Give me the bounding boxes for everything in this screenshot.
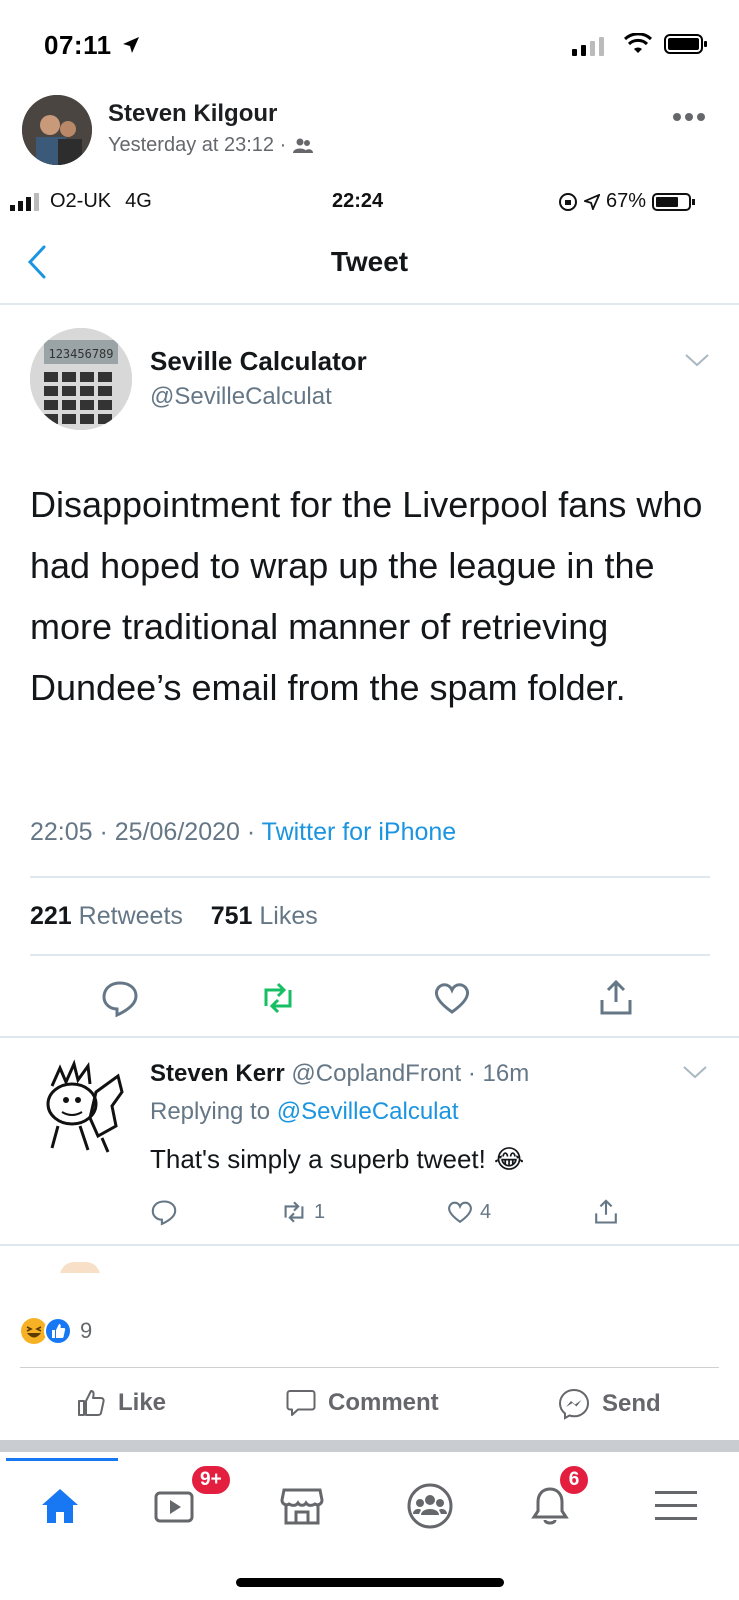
post-timestamp[interactable]: Yesterday at 23:12 · [108,134,286,157]
image-carrier: O2-UK [50,190,112,212]
comment-button-label: Comment [328,1389,439,1416]
reply-text: That's simply a superb tweet! 😂 [150,1144,524,1175]
home-icon [42,1489,78,1523]
like-count[interactable]: 751 [211,902,253,930]
tweet-text: Disappointment for the Liverpool fans wh… [30,484,703,708]
battery-icon [664,34,707,54]
nav-home[interactable] [30,1478,90,1534]
replying-to-link[interactable]: @SevilleCalculat [277,1098,459,1125]
divider [0,1036,739,1038]
tweet-time: 22:05 · 25/06/2020 · [30,818,256,846]
image-time: 22:24 [332,190,384,212]
groups-icon [407,1483,453,1529]
signal-bars-icon [10,192,39,211]
reply-text-body: That's simply a superb tweet! [150,1144,486,1174]
watch-badge: 9+ [190,1464,232,1496]
reply-icon[interactable] [150,1198,178,1226]
friends-icon [293,138,314,153]
author-name[interactable]: Steven Kilgour [108,100,277,128]
post-image[interactable]: O2-UK 4G 22:24 67% Tweet 123456789 Sevil… [0,178,739,1273]
thumbs-up-icon [78,1390,105,1416]
nav-marketplace[interactable] [272,1478,332,1534]
reply-header: Steven Kerr @CoplandFront · 16m [150,1060,529,1088]
divider [0,303,739,305]
image-battery-percent: 67% [606,190,647,212]
comment-icon [286,1390,316,1416]
reactions-summary[interactable]: 9 [20,1317,92,1345]
tweet-meta: 22:05 · 25/06/2020 · Twitter for iPhone [30,818,456,847]
image-network: 4G [125,190,152,212]
tweet-avatar[interactable]: 123456789 [30,328,132,430]
tweet-author-handle[interactable]: @SevilleCalculat [150,383,332,411]
watch-video-icon [154,1491,194,1523]
send-button-label: Send [602,1390,661,1417]
calculator-display-text: 123456789 [48,347,113,361]
tweet-source-link[interactable]: Twitter for iPhone [262,818,457,846]
like-button[interactable]: Like [76,1388,166,1418]
reply-like-count: 4 [480,1200,492,1223]
like-button-label: Like [118,1389,167,1416]
reaction-count: 9 [80,1318,93,1343]
reply-retweet-count: 1 [314,1200,326,1223]
chevron-down-icon[interactable] [684,352,710,368]
like-reaction-icon [44,1317,72,1345]
retweets-label[interactable]: Retweets [79,902,183,930]
location-arrow-icon [123,37,139,53]
status-time: 07:11 [44,30,112,60]
section-gap [0,1440,739,1452]
comment-button[interactable]: Comment [286,1388,439,1418]
heart-icon[interactable] [446,1198,474,1226]
rotation-lock-icon [559,192,577,211]
divider [30,954,710,956]
divider [20,1367,719,1368]
replying-to-label: Replying to [150,1098,271,1125]
reply-author-handle[interactable]: @CoplandFront [291,1060,461,1087]
messenger-icon [558,1388,590,1420]
reply-author-name[interactable]: Steven Kerr [150,1060,285,1087]
laughing-emoji: 😂 [493,1144,525,1174]
heart-icon[interactable] [432,978,472,1018]
location-arrow-icon [584,193,600,210]
next-reply-peek [60,1262,100,1273]
menu-icon [655,1491,697,1520]
retweet-count[interactable]: 221 [30,902,72,930]
more-dots-icon[interactable] [672,112,706,122]
post-meta: Yesterday at 23:12 · [108,134,314,157]
active-tab-indicator [6,1458,118,1461]
share-icon[interactable] [596,978,636,1018]
tweet-author-name[interactable]: Seville Calculator [150,346,367,377]
replying-to: Replying to @SevilleCalculat [150,1098,459,1126]
cellular-signal-icon [572,37,604,56]
author-avatar[interactable] [22,95,92,165]
home-indicator[interactable] [236,1578,504,1587]
reply-avatar[interactable] [32,1056,132,1156]
reply-age: · 16m [467,1060,530,1087]
share-icon[interactable] [592,1198,620,1226]
retweet-icon[interactable] [280,1198,308,1226]
wifi-icon [624,33,652,53]
divider [0,1244,739,1246]
tweet-stats: 221 Retweets 751 Likes [30,902,318,931]
reply-icon[interactable] [100,978,140,1018]
chevron-down-icon[interactable] [682,1064,708,1080]
page-title: Tweet [330,246,409,277]
likes-label[interactable]: Likes [259,902,317,930]
send-button[interactable]: Send [558,1388,661,1420]
nav-groups[interactable] [400,1478,460,1534]
nav-menu[interactable] [646,1478,706,1534]
retweet-icon[interactable] [258,978,298,1018]
notifications-badge: 6 [558,1464,590,1496]
marketplace-icon [280,1488,324,1525]
image-status-bar: O2-UK 4G 22:24 67% [10,190,729,216]
battery-icon [652,192,696,211]
divider [30,876,710,878]
